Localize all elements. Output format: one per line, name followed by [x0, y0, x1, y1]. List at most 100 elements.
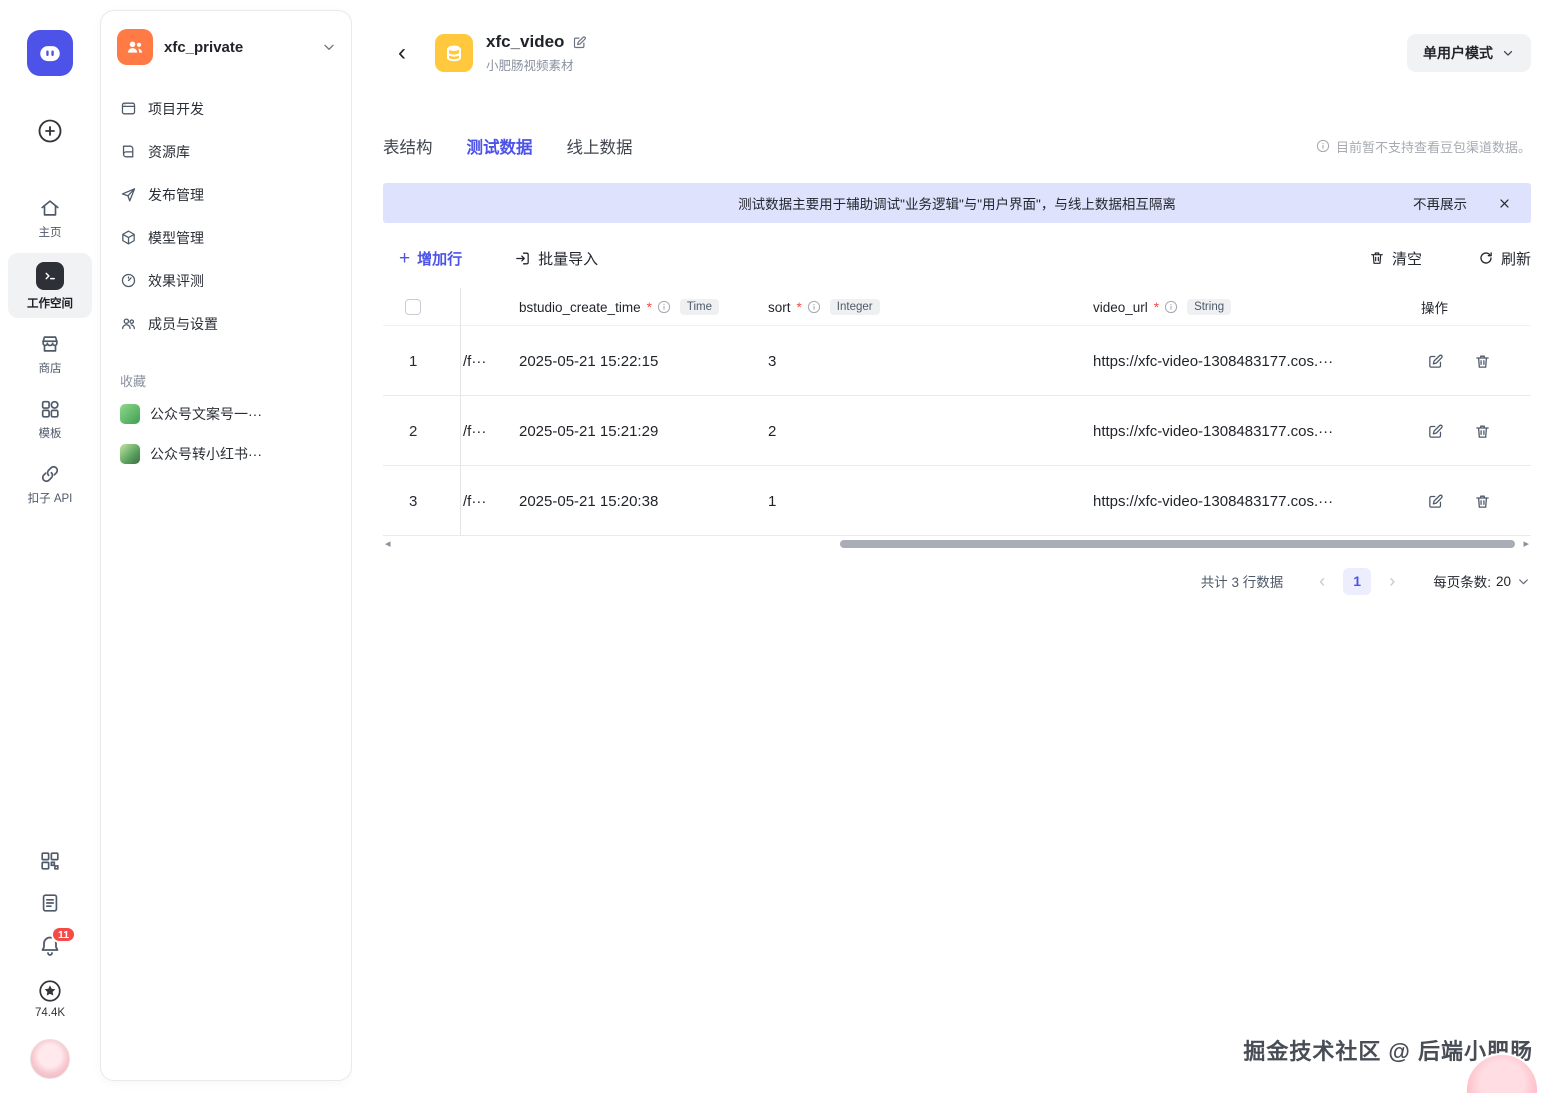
required-mark: *	[1153, 299, 1160, 315]
create-button[interactable]	[35, 116, 65, 146]
user-avatar[interactable]	[30, 1039, 70, 1079]
back-button[interactable]: ‹	[389, 40, 415, 66]
scrollbar-thumb[interactable]	[840, 540, 1515, 548]
prev-page-button[interactable]: ‹	[1309, 568, 1335, 594]
table-row: 2 /f··· 2025-05-21 15:21:29 2 https://xf…	[383, 396, 1531, 466]
database-header: ‹ xfc_video 小肥肠视频素材 单用户模式	[383, 28, 1531, 78]
edit-row-button[interactable]	[1425, 351, 1446, 372]
required-mark: *	[796, 299, 802, 315]
rail-item-template[interactable]: 模板	[8, 389, 92, 448]
cell-create-time: 2025-05-21 15:22:15	[519, 352, 659, 370]
scroll-left-icon[interactable]: ◂	[385, 537, 391, 551]
info-icon	[1316, 139, 1330, 153]
rail-nav: 主页 工作空间 商店 模板 扣子 API	[8, 188, 92, 519]
page-number-button[interactable]: 1	[1343, 567, 1372, 595]
tab-table-structure[interactable]: 表结构	[383, 134, 433, 158]
sidebar-item-members[interactable]: 成员与设置	[109, 302, 343, 345]
refresh-label: 刷新	[1500, 250, 1531, 268]
sidebar-item-project-dev[interactable]: 项目开发	[109, 87, 343, 130]
banner-text: 测试数据主要用于辅助调试"业务逻辑"与"用户界面"，与线上数据相互隔离	[738, 197, 1176, 212]
column-header-video-url: video_url * String	[1093, 288, 1232, 326]
people-icon	[127, 41, 143, 53]
horizontal-scrollbar: ◂ ▸	[383, 537, 1531, 551]
rail-item-store[interactable]: 商店	[8, 324, 92, 383]
favorite-item[interactable]: 公众号转小红书···	[109, 434, 343, 474]
qr-code-icon[interactable]	[39, 850, 61, 872]
docs-icon[interactable]	[39, 892, 61, 914]
cell-sort: 3	[768, 352, 777, 370]
stars-button[interactable]: 74.4K	[35, 978, 65, 1019]
sidebar-item-label: 效果评测	[148, 272, 204, 289]
edit-title-icon[interactable]	[572, 35, 587, 50]
rail-item-api[interactable]: 扣子 API	[8, 454, 92, 513]
notifications-button[interactable]: 11	[38, 926, 77, 958]
cell-partial: /f···	[463, 352, 487, 370]
row-index: 2	[409, 422, 418, 440]
single-user-mode-button[interactable]: 单用户模式	[1407, 34, 1531, 72]
column-header-actions: 操作	[1421, 288, 1448, 326]
page-title: xfc_video	[486, 32, 565, 51]
page-size-select[interactable]: 每页条数: 20	[1433, 571, 1531, 591]
page-size-label: 每页条数:	[1433, 575, 1491, 590]
api-link-icon	[41, 465, 59, 483]
home-icon	[41, 200, 59, 216]
template-icon	[41, 400, 59, 418]
chevron-down-icon	[321, 39, 337, 55]
column-type-badge: Integer	[829, 299, 880, 315]
column-name: sort	[768, 299, 791, 315]
trash-icon	[1476, 425, 1489, 438]
members-icon	[120, 315, 137, 332]
rail-item-home[interactable]: 主页	[8, 188, 92, 247]
sidebar-item-evaluation[interactable]: 效果评测	[109, 259, 343, 302]
page-subtitle: 小肥肠视频素材	[486, 59, 574, 73]
cell-create-time: 2025-05-21 15:21:29	[519, 422, 659, 440]
sidebar-item-label: 发布管理	[148, 186, 204, 203]
favorite-thumbnail-icon	[120, 404, 140, 424]
publish-icon	[120, 186, 137, 203]
cell-sort: 1	[768, 492, 777, 510]
workspace-switcher[interactable]: xfc_private	[101, 11, 351, 77]
rail-bottom: 11 74.4K	[30, 850, 77, 1093]
info-icon[interactable]	[657, 300, 671, 314]
info-icon[interactable]	[1164, 300, 1178, 314]
add-row-button[interactable]: + 增加行	[399, 248, 462, 269]
workspace-icon	[36, 262, 64, 290]
favorites-heading: 收藏	[120, 374, 147, 389]
rail-item-workspace[interactable]: 工作空间	[8, 253, 92, 318]
delete-row-button[interactable]	[1472, 421, 1493, 442]
column-name: video_url	[1093, 299, 1148, 315]
cell-video-url: https://xfc-video-1308483177.cos.···	[1093, 492, 1334, 510]
close-banner-button[interactable]	[1494, 193, 1514, 213]
sidebar-item-publish[interactable]: 发布管理	[109, 173, 343, 216]
table-row: 3 /f··· 2025-05-21 15:20:38 1 https://xf…	[383, 466, 1531, 536]
favorite-item[interactable]: 公众号文案号一···	[109, 394, 343, 434]
cell-video-url: https://xfc-video-1308483177.cos.···	[1093, 352, 1334, 370]
tab-test-data[interactable]: 测试数据	[467, 134, 533, 158]
tab-online-data[interactable]: 线上数据	[567, 134, 633, 158]
row-count-summary: 共计 3 行数据	[1200, 575, 1284, 590]
sidebar-item-models[interactable]: 模型管理	[109, 216, 343, 259]
edit-row-button[interactable]	[1425, 421, 1446, 442]
row-actions	[1425, 466, 1493, 536]
page-size-value: 20	[1495, 573, 1511, 589]
mode-button-label: 单用户模式	[1423, 45, 1493, 61]
select-all-checkbox[interactable]	[405, 299, 421, 315]
delete-row-button[interactable]	[1472, 351, 1493, 372]
clear-button[interactable]: 清空	[1369, 248, 1422, 269]
coze-logo[interactable]	[27, 30, 73, 76]
info-icon[interactable]	[807, 300, 821, 314]
delete-row-button[interactable]	[1472, 491, 1493, 512]
project-icon	[120, 100, 137, 117]
column-header-create-time: bstudio_create_time * Time	[519, 288, 719, 326]
table-header-row: bstudio_create_time * Time sort * Integer …	[383, 288, 1531, 326]
next-page-button[interactable]: ›	[1379, 568, 1405, 594]
scroll-right-icon[interactable]: ▸	[1523, 537, 1529, 551]
sidebar-item-library[interactable]: 资源库	[109, 130, 343, 173]
dismiss-banner-link[interactable]: 不再展示	[1413, 193, 1467, 213]
edit-row-button[interactable]	[1425, 491, 1446, 512]
test-data-banner: 测试数据主要用于辅助调试"业务逻辑"与"用户界面"，与线上数据相互隔离 不再展示	[383, 183, 1531, 223]
batch-import-button[interactable]: 批量导入	[514, 248, 598, 269]
star-count: 74.4K	[34, 1007, 66, 1019]
refresh-button[interactable]: 刷新	[1478, 248, 1531, 269]
workspace-avatar	[117, 29, 153, 65]
